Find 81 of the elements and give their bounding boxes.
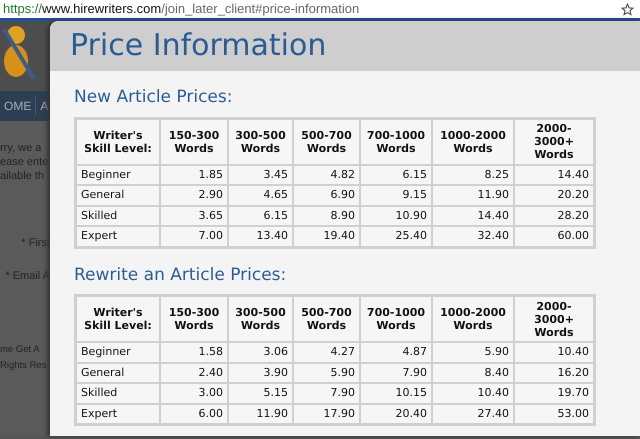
column-header: 2000-3000+ Words bbox=[514, 296, 594, 342]
table-cell: 4.87 bbox=[360, 342, 432, 362]
table-cell: 20.20 bbox=[514, 185, 594, 206]
table-cell: Beginner bbox=[76, 342, 160, 362]
table-cell: 11.90 bbox=[228, 404, 293, 424]
table-cell: 5.90 bbox=[432, 342, 514, 362]
section-heading: New Article Prices: bbox=[74, 87, 232, 107]
table-cell: 1.85 bbox=[160, 164, 228, 185]
table-cell: Beginner bbox=[76, 164, 160, 185]
table-cell: 19.70 bbox=[514, 383, 594, 404]
table-cell: 17.90 bbox=[293, 404, 360, 424]
column-header: 1000-2000 Words bbox=[432, 118, 514, 164]
page-text: ailable th bbox=[0, 169, 46, 183]
form-label: * First bbox=[20, 236, 50, 251]
table-cell: 19.40 bbox=[293, 226, 360, 246]
table-cell: 4.65 bbox=[228, 185, 293, 206]
table-cell: 11.90 bbox=[432, 185, 514, 206]
table-cell: 10.40 bbox=[432, 383, 514, 404]
table-cell: General bbox=[76, 185, 160, 206]
table-cell: 10.40 bbox=[514, 342, 594, 362]
column-header: Writer's Skill Level: bbox=[76, 296, 160, 342]
table-cell: 8.40 bbox=[432, 362, 514, 383]
column-header: 1000-2000 Words bbox=[432, 296, 514, 342]
table-cell: 25.40 bbox=[360, 226, 432, 246]
column-header: 700-1000 Words bbox=[360, 296, 432, 342]
table-cell: 3.90 bbox=[228, 362, 293, 383]
table-cell: 53.00 bbox=[514, 404, 594, 424]
table-cell: 6.00 bbox=[160, 404, 228, 424]
modal-title: Price Information bbox=[70, 28, 326, 63]
column-header: 700-1000 Words bbox=[360, 118, 432, 164]
column-header: 300-500 Words bbox=[228, 296, 293, 342]
table-cell: 14.40 bbox=[514, 164, 594, 185]
table-cell: 3.65 bbox=[160, 206, 228, 226]
section-heading: Rewrite an Article Prices: bbox=[74, 264, 286, 284]
table-cell: General bbox=[76, 362, 160, 383]
footer-text: Rights Res bbox=[0, 359, 48, 373]
column-header: Writer's Skill Level: bbox=[76, 118, 160, 164]
table-cell: 10.90 bbox=[360, 206, 432, 226]
table-cell: 10.15 bbox=[360, 383, 432, 404]
table-cell: 4.82 bbox=[293, 164, 360, 185]
table-cell: 32.40 bbox=[432, 226, 514, 246]
table-cell: 9.15 bbox=[360, 185, 432, 206]
table-cell: 4.27 bbox=[293, 342, 360, 362]
table-cell: 6.90 bbox=[293, 185, 360, 206]
table-cell: 60.00 bbox=[514, 226, 594, 246]
column-header: 500-700 Words bbox=[293, 296, 360, 342]
table-cell: 16.20 bbox=[514, 362, 594, 383]
column-header: 300-500 Words bbox=[228, 118, 293, 164]
table-cell: 3.06 bbox=[228, 342, 293, 362]
page-text: ease ente bbox=[0, 155, 50, 169]
table-cell: 20.40 bbox=[360, 404, 432, 424]
table-cell: 8.25 bbox=[432, 164, 514, 185]
table-cell: 3.45 bbox=[228, 164, 293, 185]
column-header: 150-300 Words bbox=[160, 296, 228, 342]
table-cell: 14.40 bbox=[432, 206, 514, 226]
table-cell: 28.20 bbox=[514, 206, 594, 226]
table-cell: Skilled bbox=[76, 206, 160, 226]
table-cell: 7.90 bbox=[360, 362, 432, 383]
table-cell: 2.40 bbox=[160, 362, 228, 383]
table-cell: 27.40 bbox=[432, 404, 514, 424]
table-cell: 7.00 bbox=[160, 226, 228, 246]
column-header: 2000-3000+ Words bbox=[514, 118, 594, 164]
table-cell: 8.90 bbox=[293, 206, 360, 226]
table-cell: 3.00 bbox=[160, 383, 228, 404]
bookmark-star-icon[interactable] bbox=[621, 2, 634, 16]
footer-text: me Get A bbox=[0, 343, 41, 357]
column-header: 500-700 Words bbox=[293, 118, 360, 164]
table-cell: 7.90 bbox=[293, 383, 360, 404]
table-cell: 1.58 bbox=[160, 342, 228, 362]
page-text: rry, we a bbox=[0, 141, 42, 155]
column-header: 150-300 Words bbox=[160, 118, 228, 164]
table-cell: 2.90 bbox=[160, 185, 228, 206]
table-cell: 6.15 bbox=[228, 206, 293, 226]
table-cell: 6.15 bbox=[360, 164, 432, 185]
nav-link[interactable]: OME bbox=[0, 97, 36, 115]
table-cell: 5.90 bbox=[293, 362, 360, 383]
table-cell: 13.40 bbox=[228, 226, 293, 246]
table-cell: Expert bbox=[76, 226, 160, 246]
table-cell: Skilled bbox=[76, 383, 160, 404]
table-cell: 5.15 bbox=[228, 383, 293, 404]
table-cell: Expert bbox=[76, 404, 160, 424]
